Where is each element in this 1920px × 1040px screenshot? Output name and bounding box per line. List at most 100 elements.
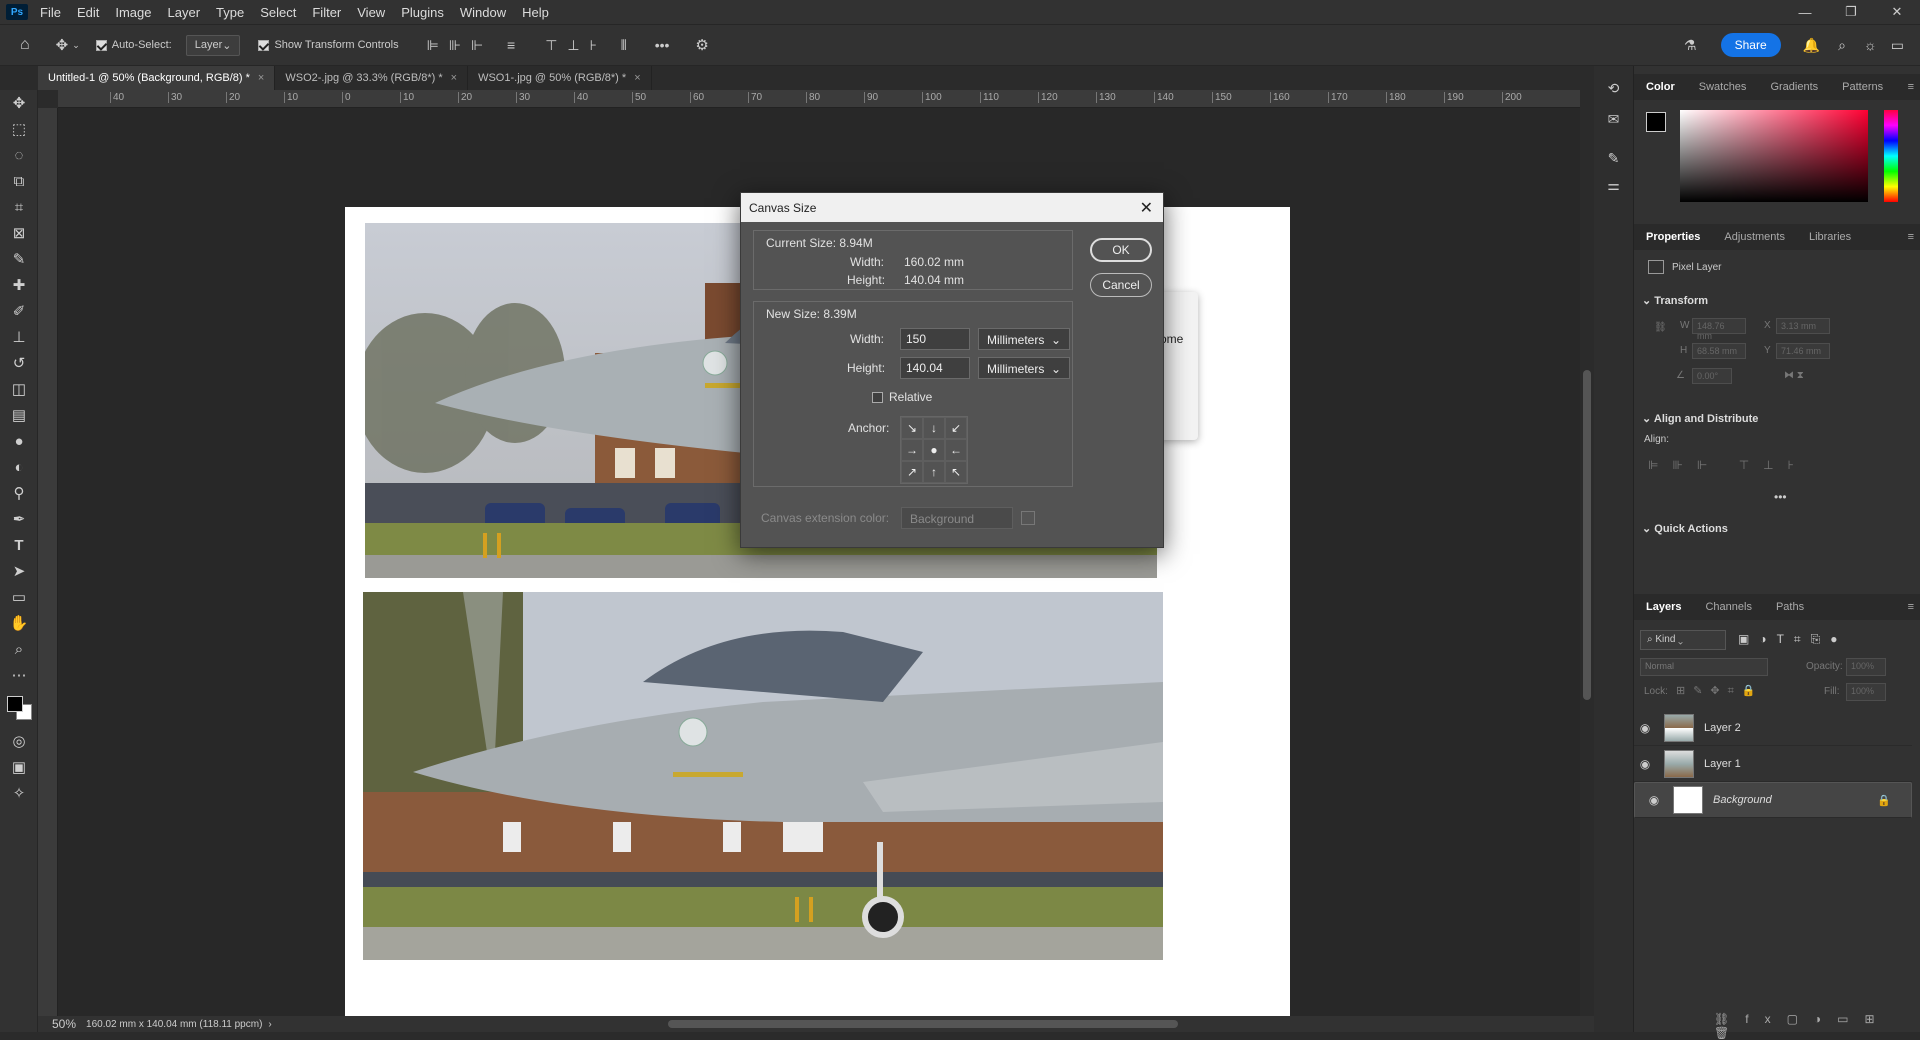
tab-patterns[interactable]: Patterns <box>1830 81 1895 93</box>
workspace-icon[interactable]: ▭ <box>1891 37 1904 54</box>
chevron-down-icon[interactable]: ⌄ <box>72 40 80 51</box>
close-tab-icon[interactable]: × <box>451 72 457 84</box>
flask-icon[interactable]: ⚗ <box>1684 37 1697 54</box>
home-icon[interactable]: ⌂ <box>20 36 30 54</box>
menu-type[interactable]: Type <box>208 5 252 20</box>
color-field[interactable] <box>1680 110 1868 202</box>
blend-mode-select[interactable]: Normal <box>1640 658 1768 676</box>
more-tools-icon[interactable]: ⋯ <box>0 662 38 688</box>
auto-select-checkbox[interactable]: Auto-Select: <box>95 39 172 51</box>
height-unit-select[interactable]: Millimeters ⌄ <box>978 357 1070 379</box>
tab-libraries[interactable]: Libraries <box>1797 231 1863 243</box>
panel-menu-icon[interactable]: ≡ <box>1902 231 1920 243</box>
relative-checkbox[interactable]: Relative <box>872 390 932 404</box>
layer-name[interactable]: Layer 2 <box>1704 722 1741 734</box>
layer-row-layer-1[interactable]: ◉ Layer 1 <box>1634 746 1912 782</box>
quick-actions-section[interactable]: ⌄ Quick Actions <box>1642 522 1728 535</box>
healing-brush-icon[interactable]: ✚ <box>0 272 38 298</box>
link-icon[interactable]: ⛓ <box>1654 322 1667 333</box>
tab-untitled-1[interactable]: Untitled-1 @ 50% (Background, RGB/8) * × <box>38 66 276 90</box>
close-tab-icon[interactable]: × <box>258 72 264 84</box>
tab-wso2[interactable]: WSO2-.jpg @ 33.3% (RGB/8*) * × <box>275 66 469 90</box>
lock-icons[interactable]: ⊞✎✥⌗🔒 <box>1676 684 1764 698</box>
width-input[interactable]: 150 <box>900 328 970 350</box>
x-input[interactable]: 3.13 mm <box>1776 318 1830 334</box>
share-button[interactable]: Share <box>1720 33 1781 57</box>
gear-icon[interactable]: ⚙ <box>695 36 708 54</box>
move-tool-icon[interactable]: ✥ <box>56 36 69 54</box>
tab-wso1[interactable]: WSO1-.jpg @ 50% (RGB/8*) * × <box>468 66 652 90</box>
show-transform-checkbox[interactable]: Show Transform Controls <box>258 39 399 51</box>
kind-filter[interactable]: ⌕ Kind ⌄ <box>1640 630 1726 650</box>
layer-filter-icons[interactable]: ▣◑T⌗⎘● <box>1738 632 1848 647</box>
color-swatches[interactable] <box>0 688 37 728</box>
layer-name[interactable]: Layer 1 <box>1704 758 1741 770</box>
bell-icon[interactable]: 🔔 <box>1803 37 1820 54</box>
path-select-icon[interactable]: ➤ <box>0 558 38 584</box>
quick-mask-icon[interactable]: ◎ <box>0 728 38 754</box>
menu-image[interactable]: Image <box>107 5 159 20</box>
menu-file[interactable]: File <box>32 5 69 20</box>
stamp-tool-icon[interactable]: ⊥ <box>0 324 38 350</box>
anchor-right[interactable]: ← <box>945 439 967 461</box>
extension-color-select[interactable]: Background <box>901 507 1013 529</box>
fill-input[interactable]: 100% <box>1846 683 1886 701</box>
eye-icon[interactable]: ◉ <box>1634 757 1656 771</box>
layer-name[interactable]: Background <box>1713 794 1772 806</box>
align-distribute-section[interactable]: ⌄ Align and Distribute <box>1642 412 1758 425</box>
anchor-top-right[interactable]: ↙ <box>945 417 967 439</box>
bulb-icon[interactable]: ☼ <box>1864 37 1877 53</box>
pen-tool-icon[interactable]: ✒ <box>0 506 38 532</box>
menu-help[interactable]: Help <box>514 5 557 20</box>
blur-tool-icon[interactable]: ● <box>0 428 38 454</box>
eyedropper-tool-icon[interactable]: ✎ <box>0 246 38 272</box>
layer-row-background[interactable]: ◉ Background 🔒 <box>1634 782 1912 818</box>
opacity-input[interactable]: 100% <box>1846 658 1886 676</box>
tab-adjustments[interactable]: Adjustments <box>1712 231 1797 243</box>
zoom-level[interactable]: 50% <box>52 1017 76 1031</box>
search-icon[interactable]: ⌕ <box>1838 37 1846 54</box>
gradient-tool-icon[interactable]: ▤ <box>0 402 38 428</box>
menu-edit[interactable]: Edit <box>69 5 107 20</box>
anchor-grid[interactable]: ↘ ↓ ↙ → ● ← ↗ ↑ ↖ <box>900 416 968 484</box>
more-options-button[interactable]: ••• <box>655 37 670 53</box>
chevron-right-icon[interactable]: › <box>268 1019 271 1030</box>
tab-layers[interactable]: Layers <box>1634 601 1693 613</box>
foreground-swatch[interactable] <box>1646 112 1666 132</box>
cancel-button[interactable]: Cancel <box>1090 273 1152 297</box>
eye-icon[interactable]: ◉ <box>1643 793 1665 807</box>
anchor-center[interactable]: ● <box>923 439 945 461</box>
close-window-icon[interactable]: ✕ <box>1874 0 1920 24</box>
dodge-search-icon[interactable]: ⚲ <box>0 480 38 506</box>
distribute-icons[interactable]: ⊤⊥⊦ ⫴ <box>545 37 636 54</box>
menu-filter[interactable]: Filter <box>304 5 349 20</box>
history-brush-icon[interactable]: ↺ <box>0 350 38 376</box>
menu-select[interactable]: Select <box>252 5 304 20</box>
anchor-bottom[interactable]: ↑ <box>923 461 945 483</box>
tab-gradients[interactable]: Gradients <box>1758 81 1830 93</box>
menu-window[interactable]: Window <box>452 5 514 20</box>
vertical-scrollbar[interactable] <box>1580 90 1594 1016</box>
lasso-tool-icon[interactable]: ◌ <box>0 142 38 168</box>
comments-icon[interactable]: ✉ <box>1594 111 1633 128</box>
y-input[interactable]: 71.46 mm <box>1776 343 1830 359</box>
auto-select-dropdown[interactable]: Layer ⌄ <box>185 34 241 56</box>
menu-view[interactable]: View <box>349 5 393 20</box>
tab-color[interactable]: Color <box>1634 81 1687 93</box>
tab-properties[interactable]: Properties <box>1634 231 1712 243</box>
frame-tool-icon[interactable]: ⊠ <box>0 220 38 246</box>
anchor-left[interactable]: → <box>901 439 923 461</box>
layer-action-icons[interactable]: ⛓fx▢◑▭⊞🗑 <box>1714 1012 1920 1040</box>
anchor-bottom-right[interactable]: ↖ <box>945 461 967 483</box>
crop-tool-icon[interactable]: ⌗ <box>0 194 38 220</box>
menu-layer[interactable]: Layer <box>160 5 209 20</box>
menu-plugins[interactable]: Plugins <box>393 5 452 20</box>
horizontal-scrollbar[interactable] <box>668 1020 1178 1028</box>
brush-tool-icon[interactable]: ✐ <box>0 298 38 324</box>
dodge-tool-icon[interactable]: ◐ <box>0 454 38 480</box>
minimize-icon[interactable]: — <box>1782 0 1828 24</box>
w-input[interactable]: 148.76 mm <box>1692 318 1746 341</box>
angle-input[interactable]: 0.00° <box>1692 368 1732 384</box>
tab-swatches[interactable]: Swatches <box>1687 81 1759 93</box>
object-select-tool-icon[interactable]: ⧉ <box>0 168 38 194</box>
